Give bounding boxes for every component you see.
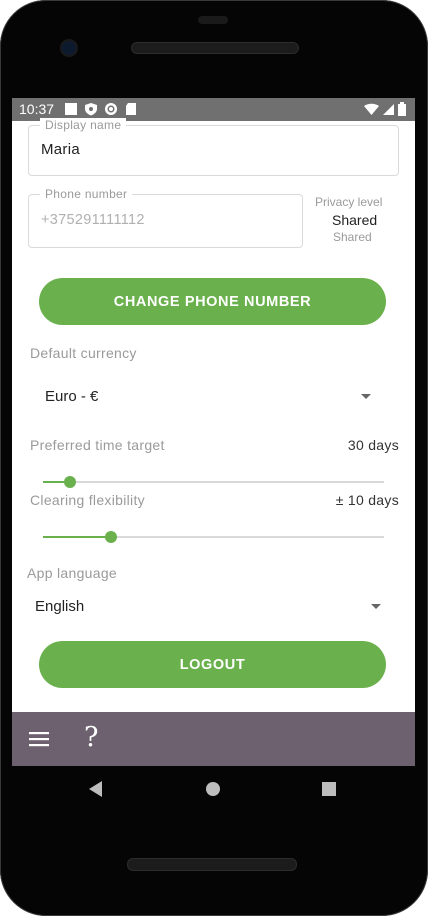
front-camera-icon	[62, 41, 76, 55]
help-icon[interactable]: ?	[84, 722, 98, 753]
slider-track	[43, 481, 384, 483]
privacy-level-subtext: Shared	[333, 230, 372, 244]
top-speaker	[131, 42, 299, 54]
back-nav-icon[interactable]	[89, 781, 102, 797]
logout-button[interactable]: LOGOUT	[39, 641, 386, 688]
battery-icon	[398, 102, 406, 121]
app-language-value: English	[35, 598, 85, 615]
clearing-flexibility-value: ± 10 days	[335, 492, 399, 508]
bottom-speaker	[127, 858, 297, 871]
slider-thumb[interactable]	[64, 476, 77, 488]
home-nav-icon[interactable]	[206, 782, 220, 796]
display-name-label: Display name	[40, 118, 127, 132]
recents-nav-icon[interactable]	[322, 782, 336, 796]
default-currency-label: Default currency	[30, 345, 137, 361]
status-time: 10:37	[19, 101, 55, 117]
change-phone-number-button[interactable]: CHANGE PHONE NUMBER	[39, 278, 386, 325]
clearing-flexibility-label: Clearing flexibility	[30, 492, 145, 508]
preferred-time-target-value: 30 days	[347, 437, 399, 453]
default-currency-select[interactable]: Euro - €	[30, 378, 375, 416]
preferred-time-target-slider[interactable]	[43, 475, 384, 489]
privacy-level-select[interactable]: Shared	[332, 212, 377, 228]
chevron-down-icon	[371, 604, 381, 609]
clearing-flexibility-slider[interactable]	[43, 530, 384, 544]
phone-number-value: +375291111112	[41, 212, 145, 228]
phone-frame: 10:37 Display name Maria Phone number +3…	[0, 0, 428, 916]
display-name-field[interactable]: Display name Maria	[28, 118, 399, 176]
phone-number-field[interactable]: Phone number +375291111112	[28, 187, 303, 248]
chevron-down-icon	[361, 394, 371, 399]
app-screen: 10:37 Display name Maria Phone number +3…	[12, 98, 415, 766]
slider-thumb[interactable]	[105, 531, 118, 543]
app-language-select[interactable]: English	[27, 590, 385, 624]
default-currency-value: Euro - €	[45, 388, 99, 405]
app-language-label: App language	[27, 565, 118, 581]
display-name-value: Maria	[41, 141, 81, 158]
bottom-app-bar: ?	[12, 712, 415, 766]
preferred-time-target-label: Preferred time target	[30, 437, 165, 453]
signal-icon	[382, 103, 395, 121]
phone-number-label: Phone number	[40, 187, 133, 201]
slider-fill	[43, 536, 112, 538]
wifi-icon	[364, 103, 379, 121]
menu-icon[interactable]	[29, 731, 49, 752]
proximity-sensor	[198, 16, 228, 24]
privacy-level-label: Privacy level	[315, 195, 383, 209]
